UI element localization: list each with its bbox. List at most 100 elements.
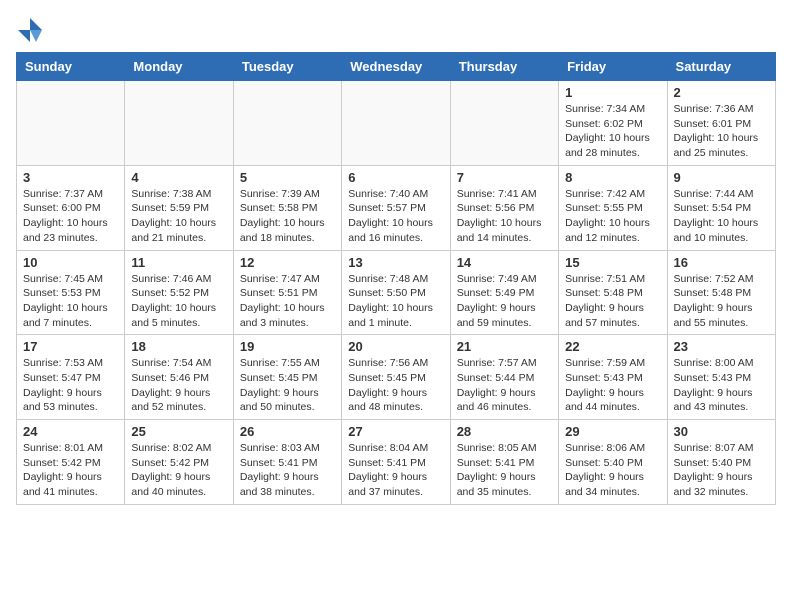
day-detail: Sunrise: 8:06 AM Sunset: 5:40 PM Dayligh… xyxy=(565,441,660,500)
day-number: 28 xyxy=(457,424,552,439)
calendar-cell: 22 Sunrise: 7:59 AM Sunset: 5:43 PM Dayli… xyxy=(559,335,667,420)
calendar-cell: 11 Sunrise: 7:46 AM Sunset: 5:52 PM Dayli… xyxy=(125,250,233,335)
day-number: 19 xyxy=(240,339,335,354)
day-number: 13 xyxy=(348,255,443,270)
logo-icon xyxy=(16,16,44,44)
calendar-cell: 9 Sunrise: 7:44 AM Sunset: 5:54 PM Daylig… xyxy=(667,165,775,250)
day-number: 18 xyxy=(131,339,226,354)
day-number: 27 xyxy=(348,424,443,439)
day-number: 14 xyxy=(457,255,552,270)
weekday-header: Wednesday xyxy=(342,53,450,81)
calendar-cell: 29Sunrise: 8:06 AM Sunset: 5:40 PM Dayli… xyxy=(559,420,667,505)
weekday-header: Friday xyxy=(559,53,667,81)
day-number: 4 xyxy=(131,170,226,185)
calendar-cell: 25 Sunrise: 8:02 AM Sunset: 5:42 PM Dayli… xyxy=(125,420,233,505)
day-detail: Sunrise: 7:47 AM Sunset: 5:51 PM Dayligh… xyxy=(240,272,335,331)
calendar-cell: 27Sunrise: 8:04 AM Sunset: 5:41 PM Dayli… xyxy=(342,420,450,505)
day-number: 6 xyxy=(348,170,443,185)
weekday-header: Monday xyxy=(125,53,233,81)
day-number: 30 xyxy=(674,424,769,439)
day-detail: Sunrise: 8:07 AM Sunset: 5:40 PM Dayligh… xyxy=(674,441,769,500)
day-detail: Sunrise: 7:36 AM Sunset: 6:01 PM Dayligh… xyxy=(674,102,769,161)
day-number: 12 xyxy=(240,255,335,270)
day-detail: Sunrise: 7:49 AM Sunset: 5:49 PM Dayligh… xyxy=(457,272,552,331)
day-number: 20 xyxy=(348,339,443,354)
day-detail: Sunrise: 7:57 AM Sunset: 5:44 PM Dayligh… xyxy=(457,356,552,415)
day-detail: Sunrise: 7:56 AM Sunset: 5:45 PM Dayligh… xyxy=(348,356,443,415)
calendar-cell: 14 Sunrise: 7:49 AM Sunset: 5:49 PM Dayli… xyxy=(450,250,558,335)
weekday-header: Thursday xyxy=(450,53,558,81)
calendar-cell xyxy=(342,81,450,166)
day-detail: Sunrise: 7:34 AM Sunset: 6:02 PM Dayligh… xyxy=(565,102,660,161)
weekday-header: Saturday xyxy=(667,53,775,81)
day-detail: Sunrise: 8:02 AM Sunset: 5:42 PM Dayligh… xyxy=(131,441,226,500)
logo xyxy=(16,16,48,44)
day-detail: Sunrise: 7:46 AM Sunset: 5:52 PM Dayligh… xyxy=(131,272,226,331)
day-number: 2 xyxy=(674,85,769,100)
calendar-cell: 15 Sunrise: 7:51 AM Sunset: 5:48 PM Dayli… xyxy=(559,250,667,335)
calendar-cell: 2 Sunrise: 7:36 AM Sunset: 6:01 PM Daylig… xyxy=(667,81,775,166)
day-number: 24 xyxy=(23,424,118,439)
calendar-cell: 26 Sunrise: 8:03 AM Sunset: 5:41 PM Dayli… xyxy=(233,420,341,505)
day-detail: Sunrise: 8:03 AM Sunset: 5:41 PM Dayligh… xyxy=(240,441,335,500)
page-header xyxy=(16,16,776,44)
calendar-cell xyxy=(17,81,125,166)
day-detail: Sunrise: 7:44 AM Sunset: 5:54 PM Dayligh… xyxy=(674,187,769,246)
day-detail: Sunrise: 7:39 AM Sunset: 5:58 PM Dayligh… xyxy=(240,187,335,246)
day-detail: Sunrise: 7:38 AM Sunset: 5:59 PM Dayligh… xyxy=(131,187,226,246)
day-detail: Sunrise: 7:42 AM Sunset: 5:55 PM Dayligh… xyxy=(565,187,660,246)
day-number: 7 xyxy=(457,170,552,185)
calendar-cell: 3Sunrise: 7:37 AM Sunset: 6:00 PM Daylig… xyxy=(17,165,125,250)
day-number: 10 xyxy=(23,255,118,270)
day-number: 5 xyxy=(240,170,335,185)
calendar-cell: 1 Sunrise: 7:34 AM Sunset: 6:02 PM Daylig… xyxy=(559,81,667,166)
weekday-header: Tuesday xyxy=(233,53,341,81)
calendar-cell xyxy=(450,81,558,166)
calendar-cell: 24 Sunrise: 8:01 AM Sunset: 5:42 PM Dayli… xyxy=(17,420,125,505)
day-number: 9 xyxy=(674,170,769,185)
day-detail: Sunrise: 8:00 AM Sunset: 5:43 PM Dayligh… xyxy=(674,356,769,415)
calendar-week-row: 1 Sunrise: 7:34 AM Sunset: 6:02 PM Daylig… xyxy=(17,81,776,166)
calendar-cell: 7 Sunrise: 7:41 AM Sunset: 5:56 PM Daylig… xyxy=(450,165,558,250)
calendar-cell: 4 Sunrise: 7:38 AM Sunset: 5:59 PM Daylig… xyxy=(125,165,233,250)
day-number: 21 xyxy=(457,339,552,354)
day-number: 1 xyxy=(565,85,660,100)
calendar-cell: 30 Sunrise: 8:07 AM Sunset: 5:40 PM Dayli… xyxy=(667,420,775,505)
day-number: 11 xyxy=(131,255,226,270)
day-detail: Sunrise: 7:40 AM Sunset: 5:57 PM Dayligh… xyxy=(348,187,443,246)
calendar-cell: 5 Sunrise: 7:39 AM Sunset: 5:58 PM Daylig… xyxy=(233,165,341,250)
day-detail: Sunrise: 7:52 AM Sunset: 5:48 PM Dayligh… xyxy=(674,272,769,331)
day-number: 17 xyxy=(23,339,118,354)
day-number: 23 xyxy=(674,339,769,354)
calendar-cell: 6 Sunrise: 7:40 AM Sunset: 5:57 PM Daylig… xyxy=(342,165,450,250)
day-number: 3 xyxy=(23,170,118,185)
day-detail: Sunrise: 7:53 AM Sunset: 5:47 PM Dayligh… xyxy=(23,356,118,415)
calendar-cell: 17 Sunrise: 7:53 AM Sunset: 5:47 PM Dayli… xyxy=(17,335,125,420)
day-detail: Sunrise: 7:59 AM Sunset: 5:43 PM Dayligh… xyxy=(565,356,660,415)
calendar-cell xyxy=(125,81,233,166)
day-detail: Sunrise: 7:51 AM Sunset: 5:48 PM Dayligh… xyxy=(565,272,660,331)
day-number: 25 xyxy=(131,424,226,439)
day-detail: Sunrise: 7:55 AM Sunset: 5:45 PM Dayligh… xyxy=(240,356,335,415)
day-number: 16 xyxy=(674,255,769,270)
calendar-cell xyxy=(233,81,341,166)
calendar-cell: 18 Sunrise: 7:54 AM Sunset: 5:46 PM Dayli… xyxy=(125,335,233,420)
calendar-cell: 8 Sunrise: 7:42 AM Sunset: 5:55 PM Daylig… xyxy=(559,165,667,250)
calendar-week-row: 24 Sunrise: 8:01 AM Sunset: 5:42 PM Dayli… xyxy=(17,420,776,505)
day-detail: Sunrise: 7:41 AM Sunset: 5:56 PM Dayligh… xyxy=(457,187,552,246)
day-detail: Sunrise: 8:01 AM Sunset: 5:42 PM Dayligh… xyxy=(23,441,118,500)
calendar-week-row: 10 Sunrise: 7:45 AM Sunset: 5:53 PM Dayli… xyxy=(17,250,776,335)
weekday-header-row: SundayMondayTuesdayWednesdayThursdayFrid… xyxy=(17,53,776,81)
calendar-cell: 23 Sunrise: 8:00 AM Sunset: 5:43 PM Dayli… xyxy=(667,335,775,420)
day-number: 22 xyxy=(565,339,660,354)
day-number: 26 xyxy=(240,424,335,439)
day-number: 8 xyxy=(565,170,660,185)
weekday-header: Sunday xyxy=(17,53,125,81)
day-detail: Sunrise: 7:54 AM Sunset: 5:46 PM Dayligh… xyxy=(131,356,226,415)
calendar-cell: 10 Sunrise: 7:45 AM Sunset: 5:53 PM Dayli… xyxy=(17,250,125,335)
day-detail: Sunrise: 7:45 AM Sunset: 5:53 PM Dayligh… xyxy=(23,272,118,331)
day-number: 15 xyxy=(565,255,660,270)
calendar-cell: 16 Sunrise: 7:52 AM Sunset: 5:48 PM Dayli… xyxy=(667,250,775,335)
day-detail: Sunrise: 7:48 AM Sunset: 5:50 PM Dayligh… xyxy=(348,272,443,331)
calendar-table: SundayMondayTuesdayWednesdayThursdayFrid… xyxy=(16,52,776,505)
